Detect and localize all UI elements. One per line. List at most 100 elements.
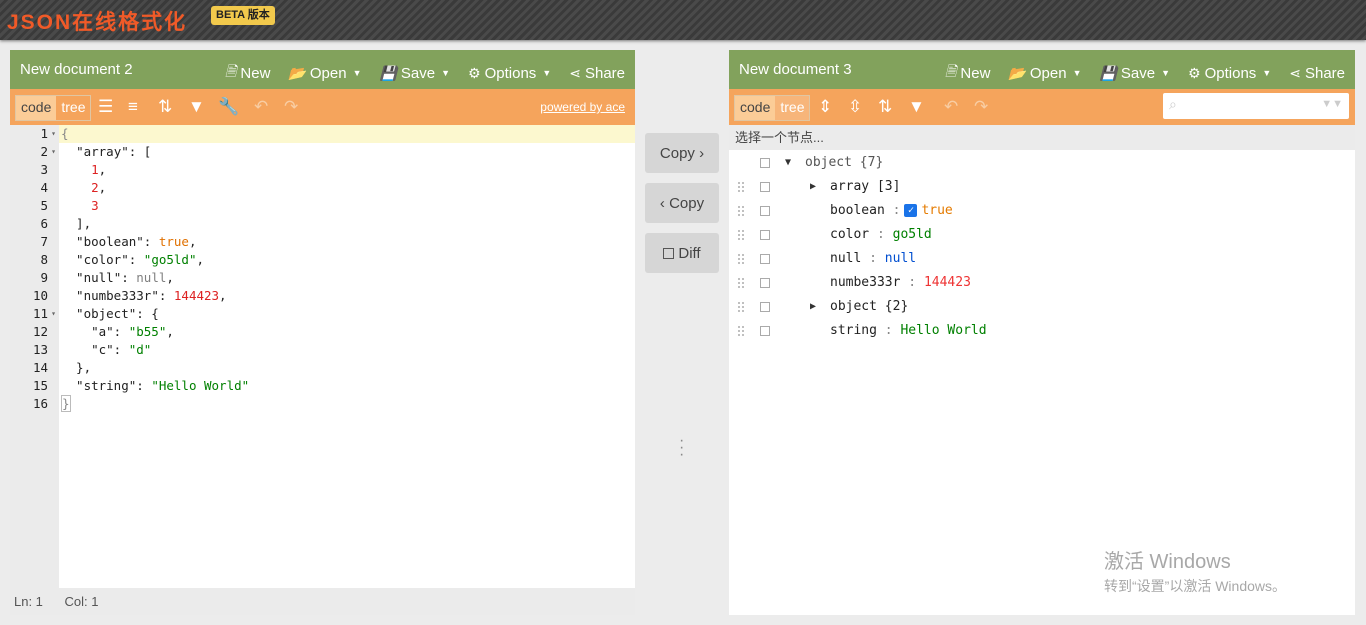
drag-handle-icon[interactable] (737, 229, 745, 241)
editor-status-bar: Ln: 1 Col: 1 (10, 588, 635, 615)
node-value[interactable]: go5ld (893, 227, 932, 242)
left-share-button[interactable]: ⋖ Share (569, 61, 625, 85)
node-value[interactable]: true (921, 203, 952, 218)
left-save-button[interactable]: 💾 Save ▼ (379, 61, 450, 85)
sort-icon[interactable]: ⇅ (878, 96, 892, 118)
code-line: "a": "b55", (61, 324, 174, 339)
drag-handle-icon[interactable] (737, 181, 745, 193)
line-number: 3 (40, 162, 48, 177)
tree-navigation-bar: 选择一个节点... (729, 125, 1355, 150)
right-open-button[interactable]: 📂 Open ▼ (1008, 61, 1081, 85)
line-number[interactable]: 11 (10, 305, 59, 323)
line-number[interactable]: 2 (10, 143, 59, 161)
code-lines[interactable]: { "array [3]array": [ 1, 2, 3 ], "boolea… (59, 125, 635, 413)
collapse-triangle-icon[interactable]: ▼ (785, 151, 791, 175)
node-key[interactable]: boolean (830, 203, 885, 218)
drag-handle-icon[interactable] (737, 301, 745, 313)
caret-down-icon: ▼ (441, 68, 451, 78)
tree-node-color[interactable]: color : go5ld (729, 223, 1355, 247)
watermark-title: 激活 Windows (1104, 551, 1231, 573)
drag-handle-icon[interactable] (737, 277, 745, 289)
left-options-button[interactable]: ⚙ Options ▼ (468, 61, 551, 85)
node-value[interactable]: null (885, 251, 916, 266)
redo-icon[interactable]: ↷ (974, 96, 988, 118)
node-value[interactable]: Hello World (900, 323, 986, 338)
beta-badge: BETA 版本 (211, 6, 275, 25)
tree-search-input[interactable] (1185, 96, 1305, 116)
left-new-button[interactable]: 🗎 New (225, 61, 270, 85)
left-open-button[interactable]: 📂 Open ▼ (288, 61, 361, 85)
wrench-icon[interactable]: 🔧 (218, 96, 239, 118)
powered-by-ace-link[interactable]: powered by ace (540, 100, 625, 114)
code-line: { (59, 125, 635, 143)
right-code-mode-button[interactable]: code (735, 96, 776, 120)
expand-triangle-icon[interactable]: ▶ (810, 175, 816, 199)
context-menu-button[interactable] (760, 182, 770, 192)
left-document-title[interactable]: New document 2 (20, 61, 133, 78)
collapse-all-icon[interactable]: ⇳ (848, 96, 862, 118)
cursor-column: Col: 1 (64, 594, 99, 609)
expand-all-icon[interactable]: ⇕ (818, 96, 832, 118)
tree-node-null[interactable]: null : null (729, 247, 1355, 271)
right-options-button[interactable]: ⚙ Options ▼ (1188, 61, 1271, 85)
format-icon[interactable]: ☰ (98, 96, 113, 118)
right-save-button[interactable]: 💾 Save ▼ (1099, 61, 1170, 85)
right-share-button[interactable]: ⋖ Share (1289, 61, 1345, 85)
compact-icon[interactable]: ≡ (128, 96, 138, 118)
tree-node-string[interactable]: string : Hello World (729, 319, 1355, 343)
top-bar: JSON在线格式化 BETA 版本 (0, 0, 1366, 40)
sort-icon[interactable]: ⇅ (158, 96, 172, 118)
filter-icon[interactable]: ▼ (908, 96, 925, 118)
line-number[interactable]: 1 (10, 125, 59, 143)
tree-node-root[interactable]: ▼ object {7} (729, 151, 1355, 175)
splitter-handle[interactable]: · · · (679, 433, 684, 463)
diff-button[interactable]: Diff (645, 233, 719, 273)
redo-icon[interactable]: ↷ (284, 96, 298, 118)
node-key[interactable]: color (830, 227, 869, 242)
site-logo[interactable]: JSON在线格式化 (7, 6, 187, 36)
share-icon: ⋖ (1289, 64, 1301, 81)
tree-node-boolean[interactable]: boolean : ✓ true (729, 199, 1355, 223)
tree-node-array[interactable]: ▶ array [3] (729, 175, 1355, 199)
copy-to-right-button[interactable]: Copy › (645, 133, 719, 173)
drag-handle-icon[interactable] (737, 325, 745, 337)
drag-handle-icon[interactable] (737, 253, 745, 265)
right-document-title[interactable]: New document 3 (739, 61, 852, 78)
node-key[interactable]: numbe333r (830, 275, 900, 290)
undo-icon[interactable]: ↶ (944, 96, 958, 118)
search-next-prev-icon[interactable]: ▼▼ (1321, 98, 1343, 110)
undo-icon[interactable]: ↶ (254, 96, 268, 118)
expand-triangle-icon[interactable]: ▶ (810, 295, 816, 319)
code-line: } (61, 395, 71, 412)
tree-search-box[interactable]: ⌕ ▼▼ (1163, 93, 1349, 119)
left-code-mode-button[interactable]: code (16, 96, 57, 120)
code-editor[interactable]: 1 2 3 4 5 6 7 8 9 10 11 12 13 14 15 16 {… (10, 125, 635, 588)
code-line: 2, (91, 180, 107, 195)
context-menu-button[interactable] (760, 326, 770, 336)
context-menu-button[interactable] (760, 158, 770, 168)
code-line: }, (61, 360, 92, 375)
left-menu-bar: New document 2 🗎 New 📂 Open ▼ 💾 Save ▼ ⚙ Optio… (10, 50, 635, 89)
context-menu-button[interactable] (760, 230, 770, 240)
context-menu-button[interactable] (760, 254, 770, 264)
checkbox-checked-icon[interactable]: ✓ (904, 204, 918, 217)
tree-node-object[interactable]: ▶ object {2} (729, 295, 1355, 319)
right-new-button[interactable]: 🗎 New (945, 61, 990, 85)
node-key[interactable]: string (830, 323, 877, 338)
left-tree-mode-button[interactable]: tree (56, 96, 90, 120)
node-label: array [3] (830, 179, 901, 194)
context-menu-button[interactable] (760, 206, 770, 216)
tree-node-number[interactable]: numbe333r : 144423 (729, 271, 1355, 295)
share-icon: ⋖ (569, 64, 581, 81)
right-tree-mode-button[interactable]: tree (775, 96, 810, 120)
line-number: 10 (32, 288, 48, 303)
node-value[interactable]: 144423 (924, 275, 971, 290)
context-menu-button[interactable] (760, 278, 770, 288)
drag-handle-icon[interactable] (737, 205, 745, 217)
line-number: 16 (32, 396, 48, 411)
line-number: 7 (40, 234, 48, 249)
node-key[interactable]: null (830, 251, 861, 266)
context-menu-button[interactable] (760, 302, 770, 312)
copy-to-left-button[interactable]: ‹ Copy (645, 183, 719, 223)
filter-icon[interactable]: ▼ (188, 96, 205, 118)
